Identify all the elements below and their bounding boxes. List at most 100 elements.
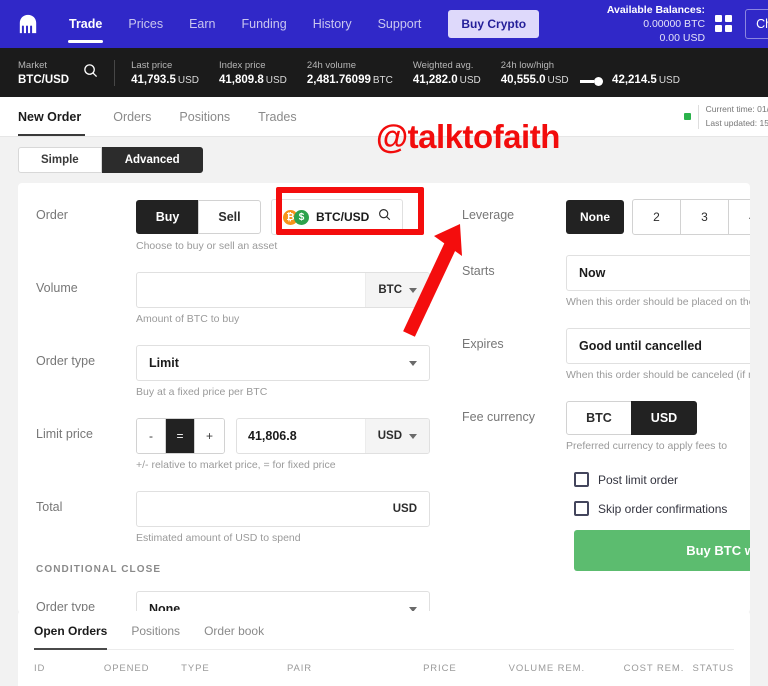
tab-new-order[interactable]: New Order [18, 97, 99, 136]
order-field-row: Order Buy Sell ₿ $ BTC/USD Choose to buy… [36, 199, 430, 252]
balance-btc: 0.00000 BTC [643, 17, 706, 30]
price-plus-button[interactable]: + [195, 419, 224, 453]
volume-unit-select[interactable]: BTC [365, 273, 429, 307]
limit-price-unit-select[interactable]: USD [364, 419, 429, 453]
volume-field-row: Volume BTC Amount of BTC to buy [36, 272, 430, 325]
tab-positions[interactable]: Positions [165, 97, 244, 136]
leverage-option-3[interactable]: 3 [680, 199, 729, 235]
limit-price-input-wrap: USD [236, 418, 430, 454]
pair-coin-icons: ₿ $ [283, 209, 309, 225]
fee-currency-btc-button[interactable]: BTC [566, 401, 632, 435]
nav-item-earn[interactable]: Earn [176, 0, 228, 48]
form-mode-toggle: Simple Advanced [18, 137, 750, 173]
leverage-option-4[interactable]: 4 [728, 199, 750, 235]
starts-select[interactable]: Now [566, 255, 750, 291]
tab-label: Positions [131, 624, 181, 638]
top-navigation-bar: Trade Prices Earn Funding History Suppor… [0, 0, 768, 48]
dollar-coin-icon: $ [294, 209, 309, 225]
leverage-none-button[interactable]: None [566, 200, 624, 234]
order-options-group: Post limit order Skip order confirmation… [462, 472, 750, 571]
grid-apps-icon[interactable] [715, 15, 733, 33]
limit-price-label: Limit price [36, 427, 93, 441]
buy-button[interactable]: Buy [136, 200, 199, 234]
new-order-card: Order Buy Sell ₿ $ BTC/USD Choose to buy… [18, 183, 750, 613]
expires-hint: When this order should be canceled (if n… [566, 369, 750, 381]
volume-label: Volume [36, 281, 78, 295]
market-selector[interactable]: Market BTC/USD [18, 60, 69, 86]
total-label: Total [36, 500, 63, 514]
total-field-row: Total USD Estimated amount of USD to spe… [36, 491, 430, 544]
nav-item-label: History [312, 17, 352, 31]
nav-item-trade[interactable]: Trade [56, 0, 115, 48]
expires-field-row: Expires Good until cancelled When this o… [462, 328, 750, 381]
leverage-field-row: Leverage None 2 3 4 [462, 199, 750, 235]
time-status-text: Current time: 01/08 Last updated: 15 sec… [706, 103, 768, 130]
order-type-value: Limit [149, 356, 179, 370]
conditional-close-section-title: CONDITIONAL CLOSE [36, 564, 162, 575]
connection-status-indicator-icon [683, 113, 691, 120]
order-type-select[interactable]: Limit [136, 345, 430, 381]
orders-table-header: ID OPENED TYPE PAIR PRICE VOLUME REM. CO… [34, 650, 734, 686]
buy-sell-toggle: Buy Sell [136, 200, 261, 234]
buy-crypto-button[interactable]: Buy Crypto [448, 10, 540, 38]
fee-currency-label: Fee currency [462, 410, 535, 424]
market-value: BTC/USD [18, 73, 70, 86]
mode-advanced-button[interactable]: Advanced [101, 147, 203, 173]
conditional-order-type-body: None [136, 591, 430, 613]
starts-hint: When this order should be placed on the … [566, 296, 750, 308]
tab-order-book[interactable]: Order book [204, 611, 278, 649]
fee-currency-hint: Preferred currency to apply fees to [566, 440, 728, 452]
column-header-type: TYPE [181, 663, 210, 674]
user-account-button[interactable]: Chu [745, 9, 768, 39]
kraken-logo-link[interactable] [0, 14, 56, 34]
starts-field-body: Now When this order should be placed on … [566, 255, 750, 308]
limit-price-controls: - = + USD [136, 418, 430, 454]
nav-item-support[interactable]: Support [365, 0, 435, 48]
stat-value: 2,481.76099 BTC [307, 74, 393, 86]
submit-order-button[interactable]: Buy BTC with USD [574, 530, 750, 571]
fee-currency-usd-button[interactable]: USD [631, 401, 697, 435]
post-limit-order-label: Post limit order [598, 472, 679, 487]
leverage-option-2[interactable]: 2 [632, 199, 681, 235]
column-header-cost-rem: COST REM. [623, 663, 685, 674]
expires-select[interactable]: Good until cancelled [566, 328, 750, 364]
limit-price-input[interactable] [237, 419, 365, 453]
nav-item-prices[interactable]: Prices [115, 0, 176, 48]
tab-trades[interactable]: Trades [244, 97, 310, 136]
limit-price-field-body: - = + USD +/- relative to market p [136, 418, 430, 471]
stat-label: Index price [219, 59, 266, 71]
order-type-field-row: Order type Limit Buy at a fixed price pe… [36, 345, 430, 398]
nav-item-funding[interactable]: Funding [229, 0, 300, 48]
stat-number: 2,481.76099 [306, 73, 371, 86]
market-search-icon[interactable] [83, 63, 98, 83]
skip-order-confirmations-checkbox[interactable] [574, 501, 589, 516]
pair-search-icon[interactable] [378, 208, 391, 226]
nav-item-history[interactable]: History [300, 0, 365, 48]
post-limit-order-row[interactable]: Post limit order [574, 472, 750, 487]
post-limit-order-checkbox[interactable] [574, 472, 589, 487]
expires-field-body: Good until cancelled When this order sho… [566, 328, 750, 381]
range-low-value: 40,555.0 [500, 73, 546, 86]
price-equals-button[interactable]: = [166, 419, 195, 453]
price-minus-button[interactable]: - [137, 419, 166, 453]
price-range-slider [579, 76, 603, 86]
trading-pair-selector[interactable]: ₿ $ BTC/USD [271, 199, 403, 235]
volume-input[interactable] [137, 273, 366, 307]
tab-orders[interactable]: Orders [99, 97, 165, 136]
tab-bottom-positions[interactable]: Positions [131, 611, 194, 649]
column-header-pair: PAIR [286, 663, 313, 674]
tab-label: Order book [204, 624, 265, 638]
starts-label: Starts [462, 264, 495, 278]
total-input[interactable] [137, 492, 381, 526]
volume-unit-label: BTC [378, 284, 402, 296]
stat-number: 41,793.5 [131, 73, 176, 86]
limit-price-unit-label: USD [377, 430, 402, 442]
tab-open-orders[interactable]: Open Orders [34, 611, 121, 650]
conditional-order-type-select[interactable]: None [136, 591, 430, 613]
skip-order-confirmations-row[interactable]: Skip order confirmations [574, 501, 750, 516]
mode-simple-button[interactable]: Simple [18, 147, 102, 173]
tab-label: Open Orders [34, 624, 108, 638]
sell-button[interactable]: Sell [198, 200, 261, 234]
fee-currency-toggle: BTC USD [566, 401, 697, 435]
leverage-label: Leverage [462, 208, 515, 222]
